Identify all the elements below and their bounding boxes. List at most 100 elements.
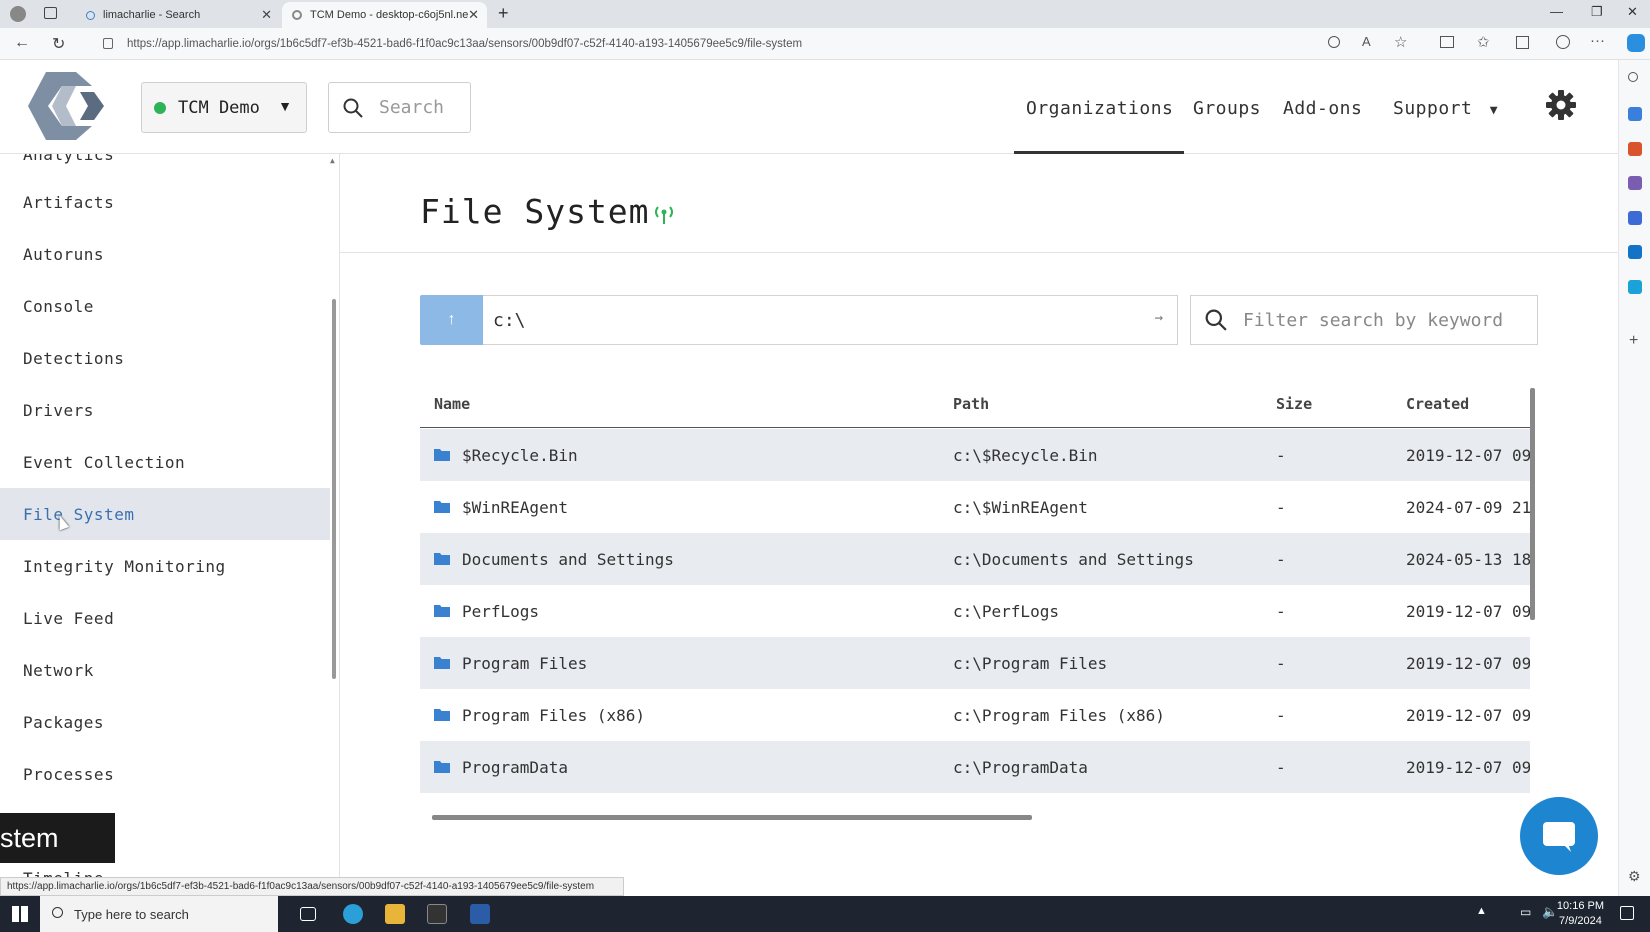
sidebar-item-processes[interactable]: Processes	[0, 748, 330, 800]
table-horizontal-scrollbar[interactable]	[432, 815, 1032, 820]
sidebar-item-network[interactable]: Network	[0, 644, 330, 696]
table-row[interactable]: Documents and Settings c:\Documents and …	[420, 533, 1530, 585]
nav-organizations[interactable]: Organizations	[1026, 98, 1173, 119]
table-row[interactable]: Program Files c:\Program Files - 2019-12…	[420, 637, 1530, 689]
row-name: $WinREAgent	[462, 498, 568, 517]
row-size: -	[1276, 706, 1286, 725]
parent-directory-button[interactable]: ↑	[420, 295, 483, 345]
favorites-icon[interactable]: ✩	[1477, 33, 1490, 51]
column-header-path[interactable]: Path	[953, 395, 989, 413]
network-icon[interactable]: ▭	[1520, 905, 1531, 919]
read-aloud-icon[interactable]: A	[1362, 34, 1371, 49]
gear-icon[interactable]	[1546, 90, 1576, 120]
row-name: Program Files	[462, 654, 588, 673]
row-created: 2019-12-07 09	[1406, 758, 1530, 777]
sidebar-item-event-collection[interactable]: Event Collection	[0, 436, 330, 488]
chat-support-button[interactable]	[1520, 797, 1598, 875]
browser-essentials-icon[interactable]	[1556, 35, 1570, 49]
close-icon[interactable]: ✕	[261, 7, 272, 23]
sidebar-item-integrity-monitoring[interactable]: Integrity Monitoring	[0, 540, 330, 592]
send-icon[interactable]	[1628, 280, 1642, 294]
file-explorer-icon[interactable]	[385, 904, 405, 924]
sidebar-item-drivers[interactable]: Drivers	[0, 384, 330, 436]
tab-actions-icon[interactable]	[44, 7, 57, 19]
powershell-icon[interactable]	[470, 904, 490, 924]
table-row[interactable]: ProgramData c:\ProgramData - 2019-12-07 …	[420, 741, 1530, 793]
row-created: 2024-07-09 21	[1406, 498, 1530, 517]
split-screen-icon[interactable]	[1440, 36, 1454, 48]
sidebar-item-detections[interactable]: Detections	[0, 332, 330, 384]
restore-button[interactable]: ❐	[1591, 4, 1603, 20]
row-created: 2019-12-07 09	[1406, 446, 1530, 465]
sidebar-scroll-up-icon[interactable]: ▲	[330, 156, 335, 165]
row-path: c:\$Recycle.Bin	[953, 446, 1098, 465]
tab-search[interactable]: limacharlie - Search ✕	[76, 2, 280, 28]
back-button[interactable]: ←	[14, 34, 30, 52]
folder-icon	[434, 449, 450, 461]
column-header-size[interactable]: Size	[1276, 395, 1312, 413]
tab-tcm-demo[interactable]: TCM Demo - desktop-c6oj5nl.ne ✕	[282, 2, 487, 28]
taskbar-clock[interactable]: 10:16 PM 7/9/2024	[1557, 899, 1604, 929]
filter-search-input[interactable]: Filter search by keyword	[1190, 295, 1538, 345]
column-header-created[interactable]: Created	[1406, 395, 1469, 413]
zoom-icon[interactable]	[1328, 36, 1340, 48]
settings-icon[interactable]: ⚙	[1628, 868, 1641, 885]
volume-icon[interactable]: 🔈	[1542, 904, 1558, 920]
notifications-icon[interactable]	[1620, 906, 1634, 920]
collections-icon[interactable]	[1516, 36, 1529, 49]
table-header: Name Path Size Created	[420, 380, 1530, 428]
nav-add-ons[interactable]: Add-ons	[1283, 98, 1362, 119]
add-icon[interactable]: +	[1629, 332, 1638, 350]
table-row[interactable]: $WinREAgent c:\$WinREAgent - 2024-07-09 …	[420, 481, 1530, 533]
task-view-icon[interactable]	[300, 907, 316, 921]
games-icon[interactable]	[1628, 176, 1642, 190]
sidebar-item-file-system[interactable]: File System	[0, 488, 330, 540]
org-selector[interactable]: TCM Demo ▼	[141, 82, 307, 133]
new-tab-button[interactable]: +	[498, 3, 509, 24]
system-tray-chevron-icon[interactable]: ▲	[1476, 905, 1487, 917]
sidebar-item-packages[interactable]: Packages	[0, 696, 330, 748]
arrow-right-icon[interactable]: →	[1155, 310, 1163, 326]
copilot-icon[interactable]	[1627, 34, 1645, 52]
limacharlie-logo-icon[interactable]	[28, 72, 110, 140]
row-name: $Recycle.Bin	[462, 446, 578, 465]
path-input[interactable]: c:\ →	[483, 295, 1178, 345]
taskbar-search-input[interactable]: Type here to search	[40, 896, 278, 932]
table-row[interactable]: Program Files (x86) c:\Program Files (x8…	[420, 689, 1530, 741]
minimize-button[interactable]: —	[1550, 4, 1563, 19]
sidebar-item-live-feed[interactable]: Live Feed	[0, 592, 330, 644]
table-vertical-scrollbar[interactable]	[1530, 388, 1535, 620]
refresh-button[interactable]: ↻	[52, 34, 65, 54]
row-name: PerfLogs	[462, 602, 540, 621]
nav-support[interactable]: Support ▼	[1393, 98, 1498, 119]
edge-icon[interactable]	[343, 904, 363, 924]
title-divider	[340, 252, 1618, 253]
shopping-icon[interactable]	[1628, 107, 1642, 121]
close-icon[interactable]: ✕	[468, 7, 479, 23]
favorite-star-icon[interactable]: ☆	[1394, 33, 1407, 51]
address-bar: ← ↻ https://app.limacharlie.io/orgs/1b6c…	[0, 28, 1650, 60]
path-value: c:\	[493, 309, 526, 331]
table-row[interactable]: $Recycle.Bin c:\$Recycle.Bin - 2019-12-0…	[420, 429, 1530, 481]
search-icon[interactable]	[1628, 72, 1638, 82]
table-row[interactable]: PerfLogs c:\PerfLogs - 2019-12-07 09	[420, 585, 1530, 637]
sidebar-scrollbar[interactable]	[332, 299, 336, 679]
column-header-name[interactable]: Name	[434, 395, 470, 413]
tools-icon[interactable]	[1628, 142, 1642, 156]
chat-icon	[1543, 822, 1575, 852]
windows-start-icon[interactable]	[12, 906, 28, 922]
nav-groups[interactable]: Groups	[1193, 98, 1261, 119]
sidebar-item-artifacts[interactable]: Artifacts	[0, 176, 330, 228]
search-icon	[86, 10, 95, 20]
close-window-button[interactable]: ✕	[1627, 4, 1638, 20]
more-icon[interactable]: ···	[1590, 32, 1605, 49]
outlook-icon[interactable]	[1628, 245, 1642, 259]
sidebar-item-autoruns[interactable]: Autoruns	[0, 228, 330, 280]
terminal-icon[interactable]	[427, 904, 447, 924]
sidebar-item-console[interactable]: Console	[0, 280, 330, 332]
page-title: File System	[420, 192, 650, 231]
profile-icon[interactable]	[10, 6, 26, 22]
office-icon[interactable]	[1628, 211, 1642, 225]
header-search-input[interactable]: Search	[328, 82, 471, 133]
url-field[interactable]: https://app.limacharlie.io/orgs/1b6c5df7…	[95, 32, 1355, 56]
